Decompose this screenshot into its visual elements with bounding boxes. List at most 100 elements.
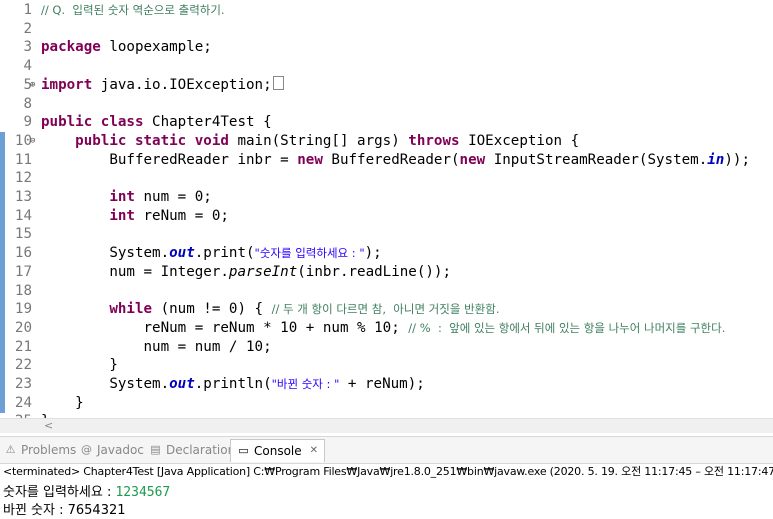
change-marker [0, 300, 5, 320]
change-marker [0, 244, 5, 264]
code-token: throws [408, 132, 460, 149]
change-marker [0, 337, 5, 357]
code-token: BufferedReader( [322, 151, 460, 168]
code-text: } [41, 394, 84, 412]
line-number: 14 [14, 207, 32, 224]
code-text: while (num != 0) { // 두 개 항이 다르면 참, 아니면 … [41, 300, 499, 318]
code-line[interactable]: 2 [0, 20, 773, 38]
tab-declaration[interactable]: ▤ Declaration [149, 441, 235, 459]
code-token: out [169, 245, 195, 262]
change-marker [0, 206, 5, 226]
close-icon[interactable]: ✕ [310, 442, 318, 460]
tab-label: Declaration [166, 443, 236, 457]
code-token: new [459, 151, 486, 168]
code-line[interactable]: 16 System.out.print("숫자를 입력하세요 : "); [0, 244, 773, 264]
code-line[interactable]: 20 reNum = reNum * 10 + num % 10; // % :… [0, 318, 773, 339]
code-line[interactable]: 22 } [0, 356, 773, 376]
code-token: System. [41, 245, 170, 262]
code-token: (inbr.readLine()); [297, 263, 452, 280]
code-line[interactable]: 18 [0, 281, 773, 301]
line-number: 23 [14, 376, 32, 392]
code-token: reNum = reNum * 10 + num % 10; [41, 319, 409, 336]
code-token: Chapter4Test { [143, 114, 272, 131]
change-marker [0, 356, 5, 376]
code-token: ); [364, 245, 382, 262]
line-number: 21 [14, 338, 32, 355]
code-token: "바뀐 숫자 : " [271, 377, 340, 391]
code-line[interactable]: 17 num = Integer.parseInt(inbr.readLine(… [0, 262, 773, 282]
change-marker [0, 169, 5, 189]
horizontal-scrollbar[interactable]: < [0, 418, 773, 433]
code-token: // % : 앞에 있는 항에서 뒤에 있는 항을 나누어 나머지를 구한다. [408, 320, 726, 335]
code-token: int [109, 189, 135, 205]
code-token: .print( [194, 245, 255, 262]
code-token: parseInt [228, 263, 298, 280]
code-line[interactable]: 14 int reNum = 0; [0, 206, 773, 226]
code-token: package [41, 39, 101, 56]
console-result: 바뀐 숫자 : 7654321 [3, 503, 126, 518]
collapsed-imports-icon[interactable] [272, 75, 284, 90]
code-token: main(String[] args) [228, 132, 409, 149]
tab-label: Problems [21, 443, 77, 457]
code-token: out [169, 376, 195, 392]
code-token: InputStreamReader(System. [485, 151, 708, 168]
scroll-left-icon[interactable]: < [44, 419, 53, 432]
code-token: loopexample; [100, 39, 212, 56]
line-number: 17 [14, 263, 32, 280]
code-token: reNum = 0; [134, 207, 229, 224]
collapse-fold-icon[interactable]: ⊖ [30, 132, 35, 150]
line-number: 13 [14, 189, 32, 205]
javadoc-icon: @ [81, 443, 92, 456]
code-line[interactable]: 4 [0, 57, 773, 75]
code-token: num = num / 10; [41, 338, 272, 355]
code-line[interactable]: 23 System.out.println("바뀐 숫자 : " + reNum… [0, 375, 773, 395]
console-icon: ▭ [238, 444, 249, 457]
line-number: 11 [14, 151, 32, 168]
line-number: 22 [14, 357, 32, 374]
code-line[interactable]: 21 num = num / 10; [0, 337, 773, 357]
change-marker [0, 393, 5, 413]
change-marker [0, 150, 5, 170]
code-text: num = Integer.parseInt(inbr.readLine()); [41, 263, 451, 281]
tab-problems[interactable]: ⚠ Problems [4, 441, 77, 459]
code-line[interactable]: 10 ⊖ public static void main(String[] arg… [0, 131, 773, 152]
code-line[interactable]: 15 [0, 225, 773, 245]
code-text: num = num / 10; [41, 338, 272, 356]
code-token: public class [41, 114, 144, 131]
code-line[interactable]: 5 ⊕ import java.io.IOException; [0, 75, 773, 94]
line-number: 2 [23, 20, 32, 37]
tab-label: Javadoc [97, 443, 144, 457]
line-number: 3 [23, 39, 32, 56]
code-editor[interactable]: 1// Q. 입력된 숫자 역순으로 출력하기. 2 3 package loopex… [0, 0, 773, 418]
code-line[interactable]: 9 public class Chapter4Test { [0, 113, 773, 131]
expand-fold-icon[interactable]: ⊕ [30, 76, 35, 94]
code-line[interactable]: 24 } [0, 393, 773, 413]
code-line[interactable]: 8 [0, 95, 773, 113]
code-line[interactable]: 19 while (num != 0) { // 두 개 항이 다르면 참, 아… [0, 300, 773, 320]
code-text: } [41, 356, 118, 374]
line-number: 4 [23, 58, 32, 75]
declaration-icon: ▤ [150, 443, 161, 456]
code-line[interactable]: 3 package loopexample; [0, 38, 773, 56]
code-token: IOException { [459, 132, 580, 149]
code-text: // Q. 입력된 숫자 역순으로 출력하기. [41, 1, 225, 19]
console-prompt: 숫자를 입력하세요 : [3, 485, 116, 500]
code-token: num = Integer. [41, 263, 229, 280]
line-number: 8 [23, 95, 32, 112]
tab-javadoc[interactable]: @ Javadoc [80, 441, 144, 459]
line-number: 18 [14, 282, 32, 299]
code-text: System.out.print("숫자를 입력하세요 : "); [41, 244, 382, 262]
code-line[interactable]: 12 [0, 169, 773, 189]
change-marker [0, 225, 5, 245]
code-line[interactable]: 13 int num = 0; [0, 188, 773, 208]
code-line[interactable]: 1 // Q. 입력된 숫자 역순으로 출력하기. [0, 1, 773, 19]
code-token: BufferedReader inbr = [41, 151, 298, 168]
code-token: + reNum); [339, 376, 425, 392]
code-token: // 두 개 항이 다르면 참, 아니면 거짓을 반환함. [271, 302, 500, 317]
tab-console[interactable]: ▭ Console ✕ [230, 439, 326, 462]
code-token: import [41, 76, 93, 93]
tab-label: Console [254, 444, 302, 458]
code-line[interactable]: 11 BufferedReader inbr = new BufferedRea… [0, 150, 773, 170]
line-number: 12 [14, 170, 32, 187]
